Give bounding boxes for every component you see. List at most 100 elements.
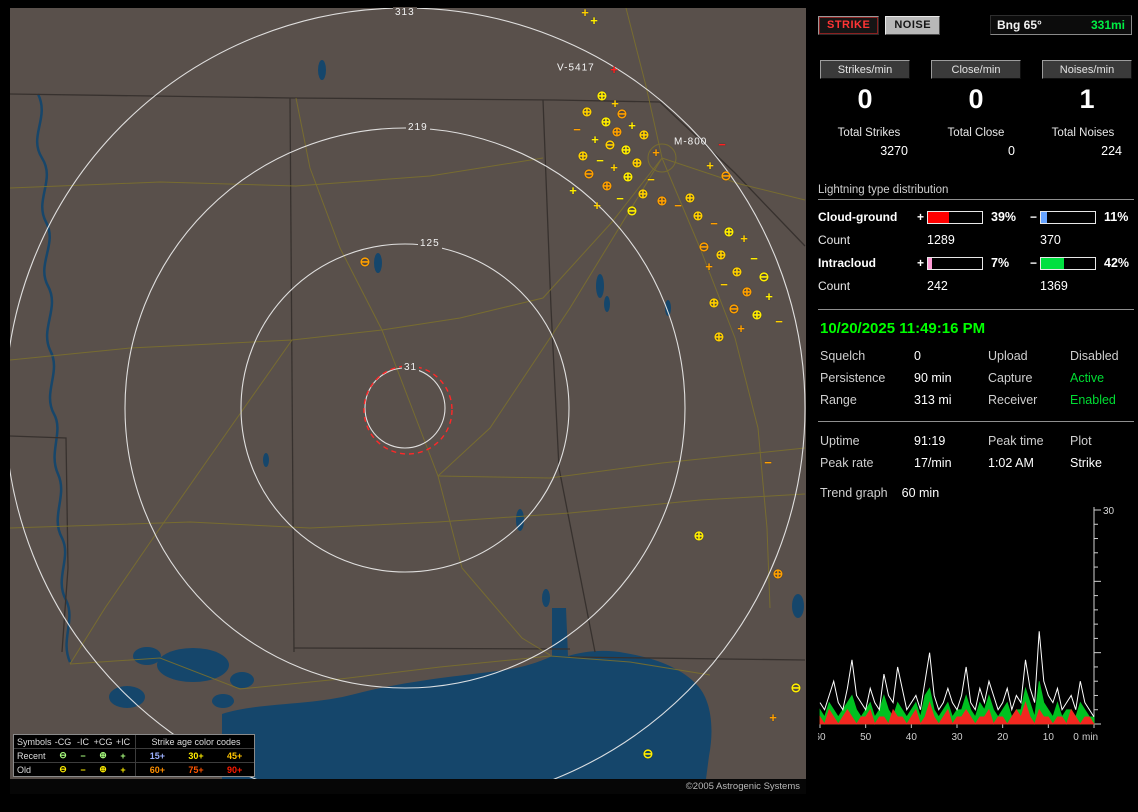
neg-cg-icon: ⊖ — [59, 750, 67, 760]
strike-symbol-+IC: + — [593, 198, 601, 213]
legend-col-pic: +IC — [115, 736, 131, 747]
strike-symbol--IC: − — [750, 251, 758, 266]
strike-symbol--CG: ⊖ — [698, 239, 710, 254]
cg-plus-pct: 39% — [991, 210, 1017, 224]
close-per-min-chip: Close/min — [931, 60, 1021, 79]
strike-symbol--CG: ⊖ — [642, 746, 654, 761]
strike-symbol-+IC: + — [591, 132, 599, 147]
ring-label-31: 31 — [402, 362, 420, 373]
svg-text:min: min — [1082, 732, 1098, 743]
trend-graph-label: Trend graph — [820, 486, 888, 500]
strike-symbol-+IC: + — [590, 13, 598, 28]
strike-symbol--IC: − — [720, 277, 728, 292]
strike-symbol--CG: ⊖ — [626, 203, 638, 218]
strike-symbol--CG: ⊖ — [720, 168, 732, 183]
uptime-label: Uptime — [820, 434, 860, 448]
strike-symbol--CG: ⊖ — [583, 166, 595, 181]
total-strikes-value: 3270 — [880, 144, 908, 158]
strike-button[interactable]: STRIKE — [818, 15, 880, 35]
strike-symbol-+IC: + — [737, 321, 745, 336]
strike-symbol-+CG: ⊕ — [577, 148, 589, 163]
strike-symbol-+CG: ⊕ — [693, 528, 705, 543]
plot-value: Strike — [1070, 456, 1102, 470]
cg-plus-gauge — [927, 210, 983, 224]
strike-symbol--CG: ⊖ — [758, 269, 770, 284]
upload-status: Disabled — [1070, 349, 1119, 363]
strike-symbol-+CG: ⊕ — [684, 190, 696, 205]
strike-symbol--IC: − — [674, 198, 682, 213]
strike-symbol-+CG: ⊕ — [620, 142, 632, 157]
strike-symbol-+CG: ⊕ — [637, 186, 649, 201]
count-label: Count — [818, 279, 851, 293]
capture-status: Active — [1070, 371, 1105, 385]
legend-old-label: Old — [17, 764, 32, 775]
age-30: 30+ — [188, 750, 204, 761]
strike-symbol--CG: ⊖ — [604, 137, 616, 152]
ic-plus-count: 242 — [927, 279, 948, 293]
strike-symbol--IC: − — [647, 172, 655, 187]
datetime-display: 10/20/2025 11:49:16 PM — [820, 320, 986, 337]
ic-minus-pct: 42% — [1104, 256, 1130, 270]
strike-symbol--CG: ⊖ — [359, 254, 371, 269]
station-label: M-800 — [674, 136, 708, 148]
trend-graph-header: Trend graph 60 min — [820, 486, 1134, 500]
age-60: 60+ — [149, 764, 165, 775]
age-45: 45+ — [227, 750, 243, 761]
count-label: Count — [818, 233, 851, 247]
intracloud-label: Intracloud — [818, 256, 877, 270]
legend-recent-row: Recent ⊖ − ⊕ + 15+ 30+ 45+ — [14, 748, 254, 762]
noises-per-min-value: 1 — [1079, 84, 1095, 114]
strike-symbol--IC: − — [616, 191, 624, 206]
strike-symbol-+CG: ⊕ — [692, 208, 704, 223]
strike-symbol-+CG: ⊕ — [656, 193, 668, 208]
map-legend: Symbols -CG -IC +CG +IC Strike age color… — [13, 734, 255, 777]
strike-symbol-+IC: + — [705, 259, 713, 274]
cloud-ground-label: Cloud-ground — [818, 210, 898, 224]
strike-symbol-+CG: ⊕ — [622, 169, 634, 184]
strikes-per-min-chip: Strikes/min — [820, 60, 910, 79]
strike-symbol-+IC: + — [652, 145, 660, 160]
ring-label-313: 313 — [393, 7, 417, 18]
trend-window-value: 60 min — [901, 486, 940, 500]
strike-symbol-+IC: + — [706, 158, 714, 173]
trend-graph: 30 60 50 40 30 20 10 0min — [814, 504, 1134, 761]
legend-symbols-title: Symbols — [17, 736, 52, 747]
strike-symbol-+CG: ⊕ — [715, 247, 727, 262]
strike-symbol--CG: ⊖ — [616, 106, 628, 121]
age-90: 90+ — [227, 764, 243, 775]
rate-values: 0 0 1 — [818, 84, 1134, 115]
lightning-map[interactable]: + + + − ⊕ + ⊕ ⊖ ⊕ + − ⊕ ⊕ + ⊖ ⊕ + ⊕ − ⊕ + ⊖ ⊕ − ⊕ + ⊕ − ⊕ + ⊖ − ⊕ + ⊖ ⊕ − ⊕ + ⊖… — [10, 7, 806, 794]
map-status-bar: ©2005 Astrogenic Systems — [10, 779, 806, 794]
legend-divider — [135, 763, 136, 776]
svg-text:10: 10 — [1043, 732, 1055, 743]
total-close: Total Close 0 — [927, 127, 1025, 158]
range-label: Range — [820, 393, 857, 407]
svg-text:20: 20 — [997, 732, 1009, 743]
strike-symbol--CG: ⊖ — [790, 680, 802, 695]
strike-symbol-+CG: ⊕ — [708, 295, 720, 310]
separator — [818, 199, 1134, 200]
ring-label-219: 219 — [406, 122, 430, 133]
cloud-ground-count-row: Count 1289 370 — [818, 229, 1134, 251]
strike-symbol-+IC: + — [769, 710, 777, 725]
svg-text:60: 60 — [818, 732, 826, 743]
total-close-label: Total Close — [947, 127, 1005, 139]
strike-symbol-+IC: + — [581, 8, 589, 20]
legend-col-ncg: -CG — [54, 736, 72, 747]
legend-divider — [135, 749, 136, 762]
panel-toolbar: STRIKE NOISE Bng 65° 331mi — [818, 14, 1134, 36]
strike-symbol-+CG: ⊕ — [631, 155, 643, 170]
pos-cg-icon: ⊕ — [99, 750, 107, 760]
noise-button[interactable]: NOISE — [885, 15, 941, 35]
ic-minus-gauge — [1040, 256, 1096, 270]
receiver-status: Enabled — [1070, 393, 1116, 407]
legend-recent-label: Recent — [17, 750, 46, 761]
control-panel: STRIKE NOISE Bng 65° 331mi Strikes/min C… — [812, 6, 1134, 808]
strike-symbol-+IC: + — [628, 118, 636, 133]
total-strikes-label: Total Strikes — [837, 127, 901, 139]
range-value: 313 mi — [914, 393, 952, 407]
legend-divider — [135, 735, 136, 748]
strike-symbol-+CG: ⊕ — [611, 124, 623, 139]
strike-symbol-+IC: + — [610, 160, 618, 175]
strike-symbol-+CG: ⊕ — [731, 264, 743, 279]
